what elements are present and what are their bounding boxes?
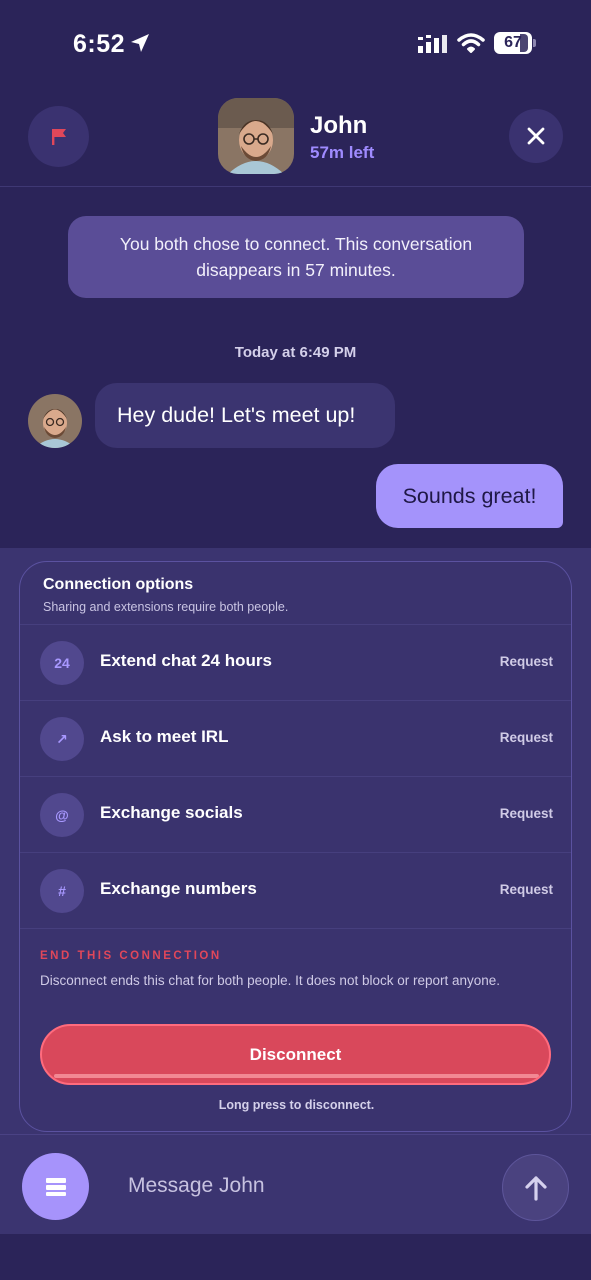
status-bar: 6:52 67 xyxy=(0,0,591,90)
report-flag-button[interactable] xyxy=(28,106,89,167)
long-press-hint: Long press to disconnect. xyxy=(218,1098,375,1112)
chat-header: John 57m left xyxy=(0,90,591,187)
hours-24-icon: 24 xyxy=(40,641,84,685)
arrow-up-right-icon: ↗ xyxy=(40,717,84,761)
request-button[interactable]: Request xyxy=(500,730,553,745)
option-label: Exchange numbers xyxy=(100,879,257,898)
disconnect-label: Disconnect xyxy=(249,1044,342,1064)
end-connection-description: Disconnect ends this chat for both peopl… xyxy=(40,973,501,988)
message-composer xyxy=(0,1134,591,1234)
system-note: You both chose to connect. This conversa… xyxy=(68,216,524,298)
outgoing-message[interactable]: Sounds great! xyxy=(376,464,563,528)
send-button[interactable] xyxy=(502,1154,569,1221)
location-arrow-icon xyxy=(131,34,149,52)
option-exchange-socials[interactable]: @ Exchange socials Request xyxy=(20,776,571,852)
at-icon: @ xyxy=(40,793,84,837)
message-input[interactable] xyxy=(128,1169,478,1203)
connection-options-card: Connection options Sharing and extension… xyxy=(19,561,572,1132)
signal-icon xyxy=(418,35,447,53)
flag-icon xyxy=(51,128,66,145)
divider xyxy=(20,928,571,929)
menu-button[interactable] xyxy=(22,1153,89,1220)
hash-icon: # xyxy=(40,869,84,913)
incoming-message[interactable]: Hey dude! Let's meet up! xyxy=(95,383,395,448)
home-indicator-area xyxy=(0,1234,591,1280)
option-exchange-numbers[interactable]: # Exchange numbers Request xyxy=(20,852,571,928)
request-button[interactable]: Request xyxy=(500,882,553,897)
long-press-progress xyxy=(54,1074,539,1078)
options-subtitle: Sharing and extensions require both peop… xyxy=(43,600,289,614)
close-icon xyxy=(527,127,545,145)
options-panel: Connection options Sharing and extension… xyxy=(0,548,591,1134)
status-time: 6:52 xyxy=(73,30,126,58)
option-label: Ask to meet IRL xyxy=(100,727,229,746)
disconnect-button[interactable]: Disconnect xyxy=(40,1024,551,1085)
contact-name: John xyxy=(310,112,368,139)
end-connection-title: END THIS CONNECTION xyxy=(40,950,222,962)
contact-avatar[interactable] xyxy=(218,98,294,174)
battery-icon: 67 xyxy=(494,32,536,54)
time-left-label: 57m left xyxy=(310,143,375,162)
message-timestamp: Today at 6:49 PM xyxy=(234,344,357,361)
request-button[interactable]: Request xyxy=(500,654,553,669)
wifi-icon xyxy=(457,33,485,53)
close-button[interactable] xyxy=(509,109,563,163)
arrow-up-icon xyxy=(524,1175,547,1201)
battery-level: 67 xyxy=(504,34,522,51)
menu-icon xyxy=(45,1177,66,1196)
option-meet-irl[interactable]: ↗ Ask to meet IRL Request xyxy=(20,700,571,776)
option-extend-chat[interactable]: 24 Extend chat 24 hours Request xyxy=(20,624,571,700)
option-label: Extend chat 24 hours xyxy=(100,651,272,670)
options-title: Connection options xyxy=(43,576,194,593)
option-label: Exchange socials xyxy=(100,803,243,822)
sender-avatar xyxy=(28,394,82,448)
request-button[interactable]: Request xyxy=(500,806,553,821)
